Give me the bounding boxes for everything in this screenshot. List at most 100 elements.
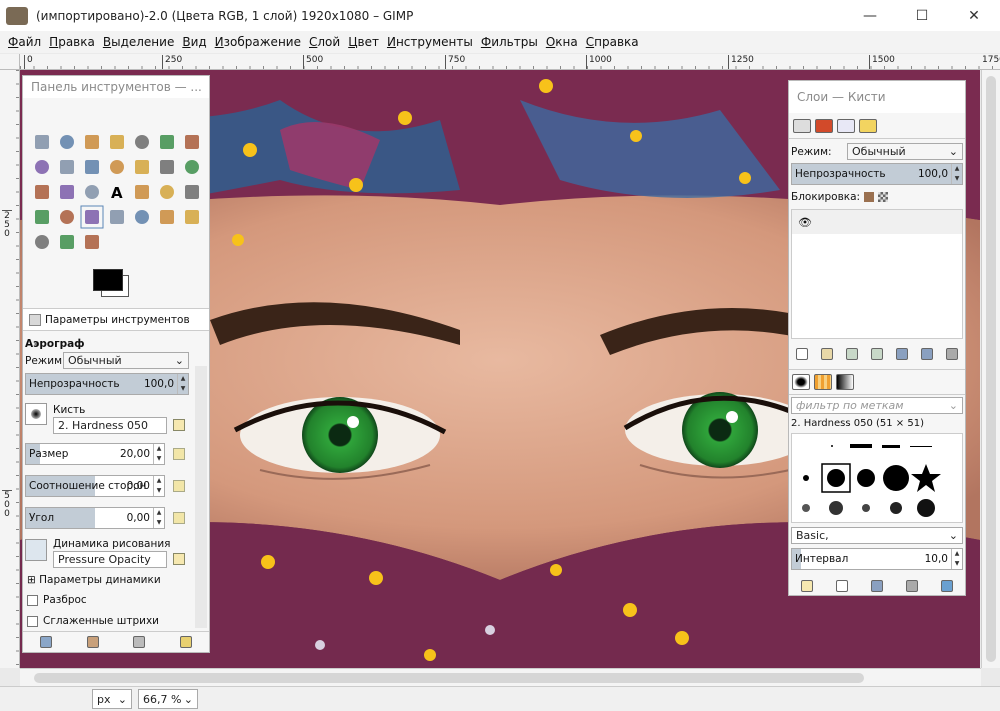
- dynamics-select[interactable]: Pressure Opacity: [53, 551, 167, 568]
- maximize-button[interactable]: ☐: [896, 0, 948, 31]
- scroll-thumb[interactable]: [986, 76, 996, 662]
- layer-row[interactable]: 👁: [792, 210, 962, 234]
- undo-history-tab-icon[interactable]: [859, 118, 877, 133]
- vertical-scrollbar[interactable]: [981, 70, 1000, 668]
- zoom-select[interactable]: 66,7 % ⌄: [138, 689, 198, 709]
- duplicate-brush-icon[interactable]: [870, 580, 883, 592]
- refresh-brushes-icon[interactable]: [941, 580, 954, 592]
- patterns-tab-icon[interactable]: [814, 374, 832, 390]
- close-button[interactable]: ✕: [948, 0, 1000, 31]
- menu-layer[interactable]: Слой: [305, 35, 344, 49]
- foreground-color[interactable]: [93, 269, 123, 291]
- mode-select[interactable]: Обычный ⌄: [63, 352, 189, 369]
- chain-reset-icon[interactable]: [173, 448, 185, 460]
- smudge-tool-icon[interactable]: [185, 210, 199, 224]
- layers-tab-icon[interactable]: [793, 118, 811, 133]
- gradient-tool-icon[interactable]: [160, 185, 174, 199]
- restore-preset-icon[interactable]: [86, 635, 99, 648]
- lock-pixels-icon[interactable]: [864, 192, 875, 202]
- menu-windows[interactable]: Окна: [542, 35, 582, 49]
- pencil-tool-icon[interactable]: [185, 185, 199, 199]
- by-color-select-tool-icon[interactable]: [135, 135, 149, 149]
- horizontal-scrollbar[interactable]: [20, 668, 981, 686]
- eye-icon[interactable]: 👁: [798, 216, 812, 229]
- heal-tool-icon[interactable]: [160, 210, 174, 224]
- move-tool-icon[interactable]: [85, 160, 99, 174]
- anchor-layer-icon[interactable]: [921, 348, 934, 360]
- size-slider[interactable]: Размер 20,00 ▲ ▼: [25, 443, 165, 465]
- duplicate-layer-icon[interactable]: [896, 348, 909, 360]
- menu-image[interactable]: Изображение: [211, 35, 305, 49]
- paths-tool-icon[interactable]: [135, 185, 149, 199]
- menu-select[interactable]: Выделение: [99, 35, 178, 49]
- brush-preset-select[interactable]: Basic, ⌄: [791, 527, 963, 544]
- airbrush-tool-icon[interactable]: [80, 205, 104, 229]
- crop-tool-icon[interactable]: [160, 160, 174, 174]
- lasso-tool-icon[interactable]: [85, 135, 99, 149]
- ellipse-select-tool-icon[interactable]: [60, 135, 74, 149]
- edit-brush-icon[interactable]: [800, 580, 813, 592]
- shear-tool-icon[interactable]: [60, 185, 74, 199]
- bucket-fill-tool-icon[interactable]: [60, 235, 74, 249]
- layer-opacity-slider[interactable]: Непрозрачность 100,0 ▲ ▼: [791, 163, 963, 185]
- new-brush-icon[interactable]: [835, 580, 848, 592]
- delete-preset-icon[interactable]: [133, 635, 146, 648]
- menu-edit[interactable]: Правка: [45, 35, 99, 49]
- ink-tool-icon[interactable]: [110, 210, 124, 224]
- delete-brush-icon[interactable]: [906, 580, 919, 592]
- text-tool-icon[interactable]: A: [110, 184, 124, 202]
- delete-layer-icon[interactable]: [946, 348, 959, 360]
- paths-tab-icon[interactable]: [837, 118, 855, 133]
- scroll-thumb[interactable]: [34, 673, 864, 683]
- clone-tool-icon[interactable]: [135, 210, 149, 224]
- rect-select-tool-icon[interactable]: [35, 135, 49, 149]
- chain-reset-icon[interactable]: [173, 512, 185, 524]
- edit-brush-icon[interactable]: [173, 419, 185, 431]
- brush-preview[interactable]: [25, 403, 47, 425]
- brush-filter-input[interactable]: фильтр по меткам ⌄: [791, 397, 963, 414]
- new-layer-icon[interactable]: [795, 348, 808, 360]
- brush-grid[interactable]: [791, 433, 963, 523]
- spacing-slider[interactable]: Интервал 10,0 ▲ ▼: [791, 548, 963, 570]
- lock-alpha-icon[interactable]: [878, 192, 889, 202]
- menu-tools[interactable]: Инструменты: [383, 35, 477, 49]
- fuzzy-select-tool-icon[interactable]: [110, 135, 124, 149]
- scale-tool-icon[interactable]: [35, 185, 49, 199]
- scatter-checkbox[interactable]: Разброс: [27, 594, 87, 606]
- dynamics-options-expander[interactable]: ⊞ Параметры динамики: [27, 574, 161, 586]
- gradients-tab-icon[interactable]: [836, 374, 854, 390]
- save-preset-icon[interactable]: [40, 635, 53, 648]
- menu-view[interactable]: Вид: [178, 35, 210, 49]
- unit-select[interactable]: px ⌄: [92, 689, 132, 709]
- opacity-slider[interactable]: Непрозрачность 100,0 ▲ ▼: [25, 373, 189, 395]
- brushes-tab-icon[interactable]: [792, 374, 810, 390]
- dynamics-icon[interactable]: [25, 539, 47, 561]
- reset-preset-icon[interactable]: [179, 635, 192, 648]
- fg-bg-colors[interactable]: [93, 269, 129, 297]
- raise-layer-icon[interactable]: [845, 348, 858, 360]
- aspect-ratio-slider[interactable]: Соотношение сторон 0,00 ▲ ▼: [25, 475, 165, 497]
- tool-options-tab[interactable]: Параметры инструментов: [23, 308, 209, 331]
- zoom-tool-icon[interactable]: [35, 160, 49, 174]
- new-group-icon[interactable]: [820, 348, 833, 360]
- channels-tab-icon[interactable]: [815, 118, 833, 133]
- color-picker-tool-icon[interactable]: [185, 135, 199, 149]
- ruler-corner[interactable]: [0, 54, 20, 70]
- layer-mode-select[interactable]: Обычный ⌄: [847, 143, 963, 160]
- menu-help[interactable]: Справка: [582, 35, 643, 49]
- dodge-tool-icon[interactable]: [35, 235, 49, 249]
- paintbrush-tool-icon[interactable]: [35, 210, 49, 224]
- smooth-strokes-checkbox[interactable]: Сглаженные штрихи: [27, 615, 159, 627]
- options-scrollbar[interactable]: [195, 366, 207, 628]
- brush-select[interactable]: 2. Hardness 050: [53, 417, 167, 434]
- layers-list[interactable]: 👁: [791, 209, 963, 339]
- menu-file[interactable]: Файл: [4, 35, 45, 49]
- scissors-tool-icon[interactable]: [160, 135, 174, 149]
- chain-reset-icon[interactable]: [173, 480, 185, 492]
- edit-dynamics-icon[interactable]: [173, 553, 185, 565]
- horizontal-ruler[interactable]: 0 250 500 750 1000 1250 1500 1750: [20, 54, 1000, 70]
- perspective-tool-icon[interactable]: [85, 185, 99, 199]
- menu-filters[interactable]: Фильтры: [477, 35, 542, 49]
- align-tool-icon[interactable]: [110, 160, 124, 174]
- lower-layer-icon[interactable]: [870, 348, 883, 360]
